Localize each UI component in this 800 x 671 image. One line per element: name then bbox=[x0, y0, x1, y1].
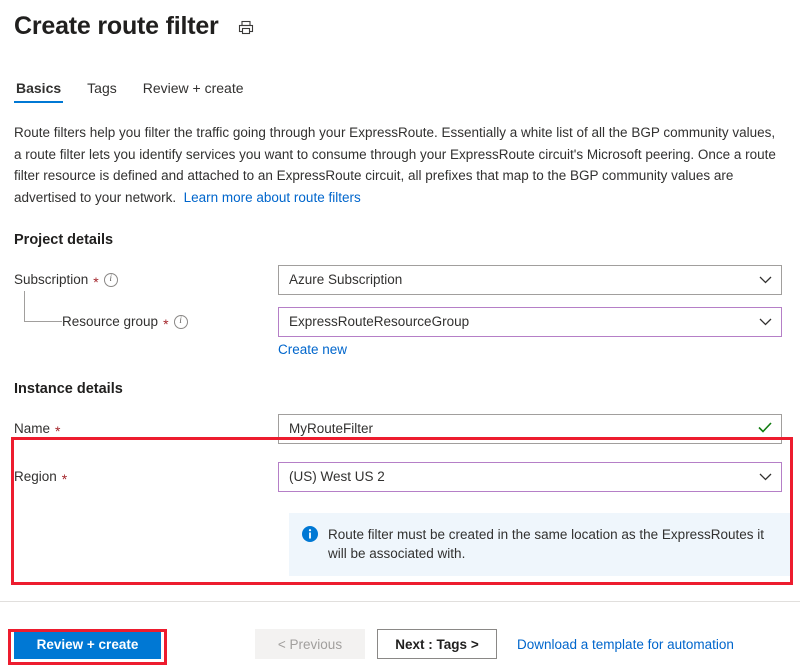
page-title: Create route filter bbox=[14, 12, 219, 40]
info-filled-icon bbox=[302, 526, 318, 542]
region-select[interactable]: (US) West US 2 bbox=[278, 462, 782, 492]
resource-group-select[interactable]: ExpressRouteResourceGroup bbox=[278, 307, 782, 337]
subscription-value: Azure Subscription bbox=[289, 272, 403, 287]
region-label: Region bbox=[14, 469, 57, 484]
review-create-button[interactable]: Review + create bbox=[14, 629, 161, 659]
resource-group-info-icon[interactable]: i bbox=[173, 315, 188, 329]
region-label-group: Region * bbox=[14, 468, 278, 486]
learn-more-link[interactable]: Learn more about route filters bbox=[184, 190, 361, 205]
previous-button[interactable]: < Previous bbox=[255, 629, 365, 659]
create-new-link-wrapper: Create new bbox=[278, 337, 800, 359]
name-required-marker: * bbox=[55, 423, 61, 439]
tab-bar: Basics Tags Review + create bbox=[0, 75, 800, 103]
subscription-row: Subscription * i Azure Subscription bbox=[14, 265, 800, 295]
printer-icon[interactable] bbox=[235, 17, 257, 39]
region-control: (US) West US 2 bbox=[278, 462, 782, 492]
region-value: (US) West US 2 bbox=[289, 469, 385, 484]
name-row: Name * MyRouteFilter bbox=[14, 414, 800, 444]
subscription-label-group: Subscription * i bbox=[14, 271, 278, 289]
name-input[interactable]: MyRouteFilter bbox=[278, 414, 782, 444]
tab-review-create[interactable]: Review + create bbox=[141, 79, 246, 103]
instance-details-heading: Instance details bbox=[14, 381, 123, 397]
create-new-resource-group-link[interactable]: Create new bbox=[278, 342, 347, 357]
subscription-info-icon[interactable]: i bbox=[103, 273, 118, 287]
region-info-banner-text: Route filter must be created in the same… bbox=[328, 527, 764, 561]
name-label: Name bbox=[14, 421, 51, 436]
region-row: Region * (US) West US 2 bbox=[14, 462, 800, 492]
subscription-required-marker: * bbox=[93, 274, 99, 290]
resource-group-control: ExpressRouteResourceGroup bbox=[278, 307, 782, 337]
resource-group-row: Resource group * i ExpressRouteResourceG… bbox=[14, 291, 800, 337]
download-template-link[interactable]: Download a template for automation bbox=[517, 637, 734, 652]
project-details-heading: Project details bbox=[14, 232, 114, 248]
intro-text: Route filters help you filter the traffi… bbox=[14, 125, 776, 205]
intro-paragraph: Route filters help you filter the traffi… bbox=[14, 122, 786, 208]
subscription-select[interactable]: Azure Subscription bbox=[278, 265, 782, 295]
region-required-marker: * bbox=[61, 471, 68, 487]
next-tags-button[interactable]: Next : Tags > bbox=[377, 629, 497, 659]
tab-tags[interactable]: Tags bbox=[85, 79, 119, 103]
name-control: MyRouteFilter bbox=[278, 414, 782, 444]
footer-divider bbox=[0, 601, 800, 602]
resource-group-required-marker: * bbox=[163, 316, 169, 332]
name-label-group: Name * bbox=[14, 420, 278, 438]
region-info-banner: Route filter must be created in the same… bbox=[289, 513, 793, 576]
tab-basics[interactable]: Basics bbox=[14, 79, 64, 103]
subscription-control: Azure Subscription bbox=[278, 265, 782, 295]
resource-group-label: Resource group bbox=[62, 314, 159, 329]
subscription-label: Subscription bbox=[14, 272, 89, 287]
resource-group-value: ExpressRouteResourceGroup bbox=[289, 314, 470, 329]
footer-bar: Review + create < Previous Next : Tags >… bbox=[0, 617, 800, 671]
page-header: Create route filter bbox=[0, 0, 800, 42]
resource-group-label-group: Resource group * i bbox=[14, 313, 278, 331]
name-value: MyRouteFilter bbox=[289, 421, 374, 436]
